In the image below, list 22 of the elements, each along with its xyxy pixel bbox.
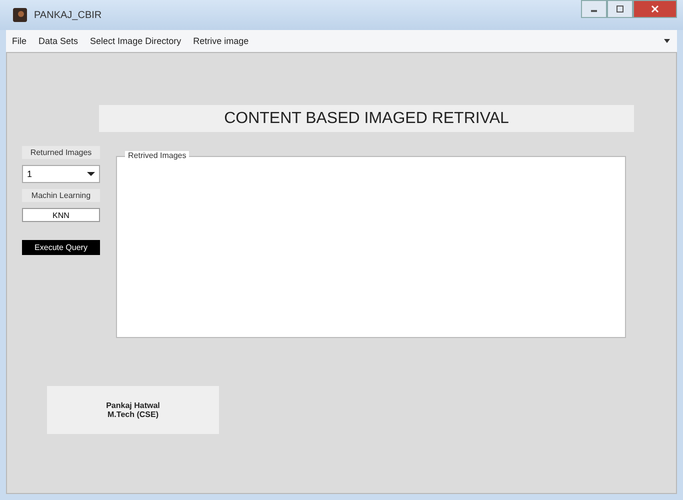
credit-line: Pankaj Hatwal bbox=[106, 401, 160, 410]
menu-item[interactable]: File bbox=[12, 36, 27, 46]
execute-query-button[interactable]: Execute Query bbox=[22, 240, 100, 255]
maximize-button[interactable] bbox=[607, 0, 633, 18]
panel-title: Retrived Images bbox=[125, 151, 190, 160]
knn-button[interactable]: KNN bbox=[22, 208, 100, 222]
maximize-icon bbox=[615, 5, 625, 13]
returned-images-dropdown[interactable]: 1 bbox=[22, 165, 100, 183]
machine-learning-label: Machin Learning bbox=[22, 189, 100, 202]
close-icon bbox=[650, 5, 660, 13]
returned-images-label: Returned Images bbox=[22, 146, 100, 159]
credit-line: M.Tech (CSE) bbox=[108, 410, 158, 419]
app-icon bbox=[12, 7, 28, 23]
caret-icon bbox=[87, 171, 95, 177]
menu-item[interactable]: Select Image Directory bbox=[90, 36, 182, 46]
minimize-button[interactable] bbox=[581, 0, 607, 18]
heading: CONTENT BASED IMAGED RETRIVAL bbox=[224, 110, 509, 128]
menu-item[interactable]: Retrive image bbox=[193, 36, 249, 46]
window-title: PANKAJ_CBIR bbox=[34, 10, 102, 20]
close-button[interactable] bbox=[633, 0, 677, 18]
arrow-icon bbox=[663, 37, 671, 45]
menu-item[interactable]: Data Sets bbox=[38, 36, 78, 46]
